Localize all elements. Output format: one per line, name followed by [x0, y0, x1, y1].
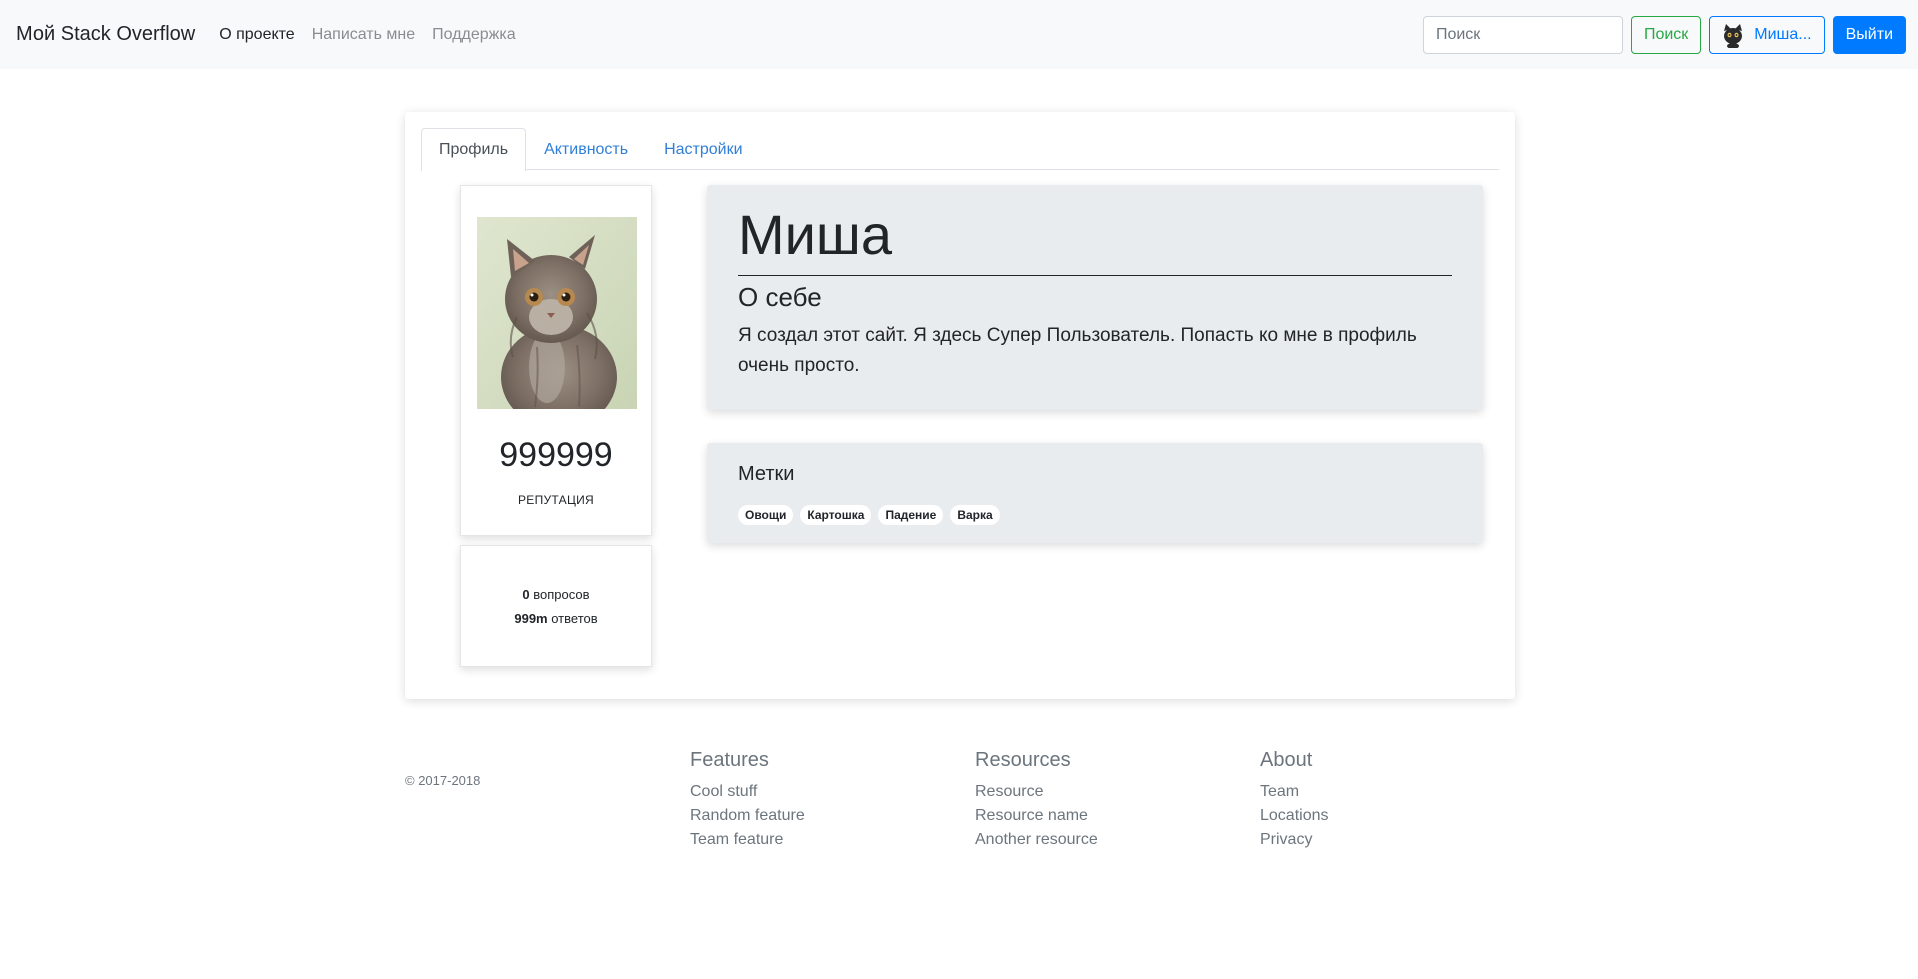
- reputation-value: 999999: [499, 436, 613, 474]
- footer-link[interactable]: Locations: [1260, 804, 1329, 828]
- footer-column-resources: Resources Resource Resource name Another…: [975, 748, 1098, 852]
- answers-count: 999m: [514, 611, 548, 626]
- reputation-label: РЕПУТАЦИЯ: [517, 493, 595, 507]
- profile-tabs: Профиль Активность Настройки: [421, 128, 1499, 171]
- user-menu-button[interactable]: Миша...: [1709, 15, 1825, 54]
- tag-badge[interactable]: Овощи: [738, 505, 794, 525]
- footer-column-title: About: [1260, 749, 1313, 771]
- answers-stat: 999m ответов: [461, 611, 651, 626]
- navbar: Мой Stack Overflow О проекте Написать мн…: [0, 0, 1918, 69]
- about-text: Я создал этот сайт. Я здесь Супер Пользо…: [738, 325, 1417, 376]
- footer-link[interactable]: Random feature: [690, 804, 805, 828]
- questions-count: 0: [522, 587, 530, 602]
- profile-card: Профиль Активность Настройки 999999 РЕПУ…: [405, 112, 1515, 699]
- tags-list: Овощи Картошка Падение Варка: [738, 505, 1452, 525]
- about-title: О себе: [738, 282, 822, 312]
- brand-link[interactable]: Мой Stack Overflow: [16, 23, 195, 46]
- footer-link[interactable]: Resource name: [975, 804, 1098, 828]
- questions-stat: 0 вопросов: [461, 587, 651, 602]
- user-name: Миша: [738, 203, 892, 266]
- footer-link[interactable]: Team: [1260, 780, 1329, 804]
- footer-link[interactable]: Privacy: [1260, 828, 1329, 852]
- footer-link[interactable]: Team feature: [690, 828, 805, 852]
- nav-link-contact[interactable]: Написать мне: [312, 26, 415, 44]
- search-input[interactable]: [1422, 15, 1623, 54]
- stats-card: 0 вопросов 999m ответов: [460, 545, 652, 667]
- avatar-card: 999999 РЕПУТАЦИЯ: [460, 185, 652, 536]
- footer-link[interactable]: Resource: [975, 780, 1098, 804]
- search-button[interactable]: Поиск: [1630, 15, 1702, 54]
- copyright: © 2017-2018: [405, 773, 481, 788]
- user-menu-label: Миша...: [1754, 25, 1812, 43]
- logout-button[interactable]: Выйти: [1832, 15, 1906, 54]
- answers-label: ответов: [551, 611, 598, 626]
- footer-link[interactable]: Cool stuff: [690, 780, 805, 804]
- tab-activity[interactable]: Активность: [526, 128, 646, 170]
- footer-column-title: Resources: [975, 749, 1071, 771]
- footer-link[interactable]: Another resource: [975, 828, 1098, 852]
- tag-badge[interactable]: Картошка: [800, 505, 872, 525]
- tab-settings[interactable]: Настройки: [646, 128, 760, 170]
- footer-column-title: Features: [690, 749, 769, 771]
- cat-avatar-icon: [1724, 23, 1743, 48]
- tab-profile[interactable]: Профиль: [421, 128, 527, 171]
- about-jumbotron: Миша О себе Я создал этот сайт. Я здесь …: [707, 185, 1483, 410]
- tags-title: Метки: [738, 463, 795, 485]
- divider: [738, 275, 1452, 276]
- footer-column-about: About Team Locations Privacy: [1260, 748, 1329, 852]
- nav-link-about[interactable]: О проекте: [219, 26, 294, 44]
- navbar-actions: Поиск Миша... Выйти: [1422, 15, 1906, 54]
- footer-column-features: Features Cool stuff Random feature Team …: [690, 748, 805, 852]
- questions-label: вопросов: [533, 587, 590, 602]
- nav-link-support[interactable]: Поддержка: [432, 26, 515, 44]
- kitten-photo: [477, 217, 637, 409]
- tags-jumbotron: Метки Овощи Картошка Падение Варка: [707, 443, 1483, 543]
- tag-badge[interactable]: Падение: [878, 505, 944, 525]
- tag-badge[interactable]: Варка: [950, 505, 1000, 525]
